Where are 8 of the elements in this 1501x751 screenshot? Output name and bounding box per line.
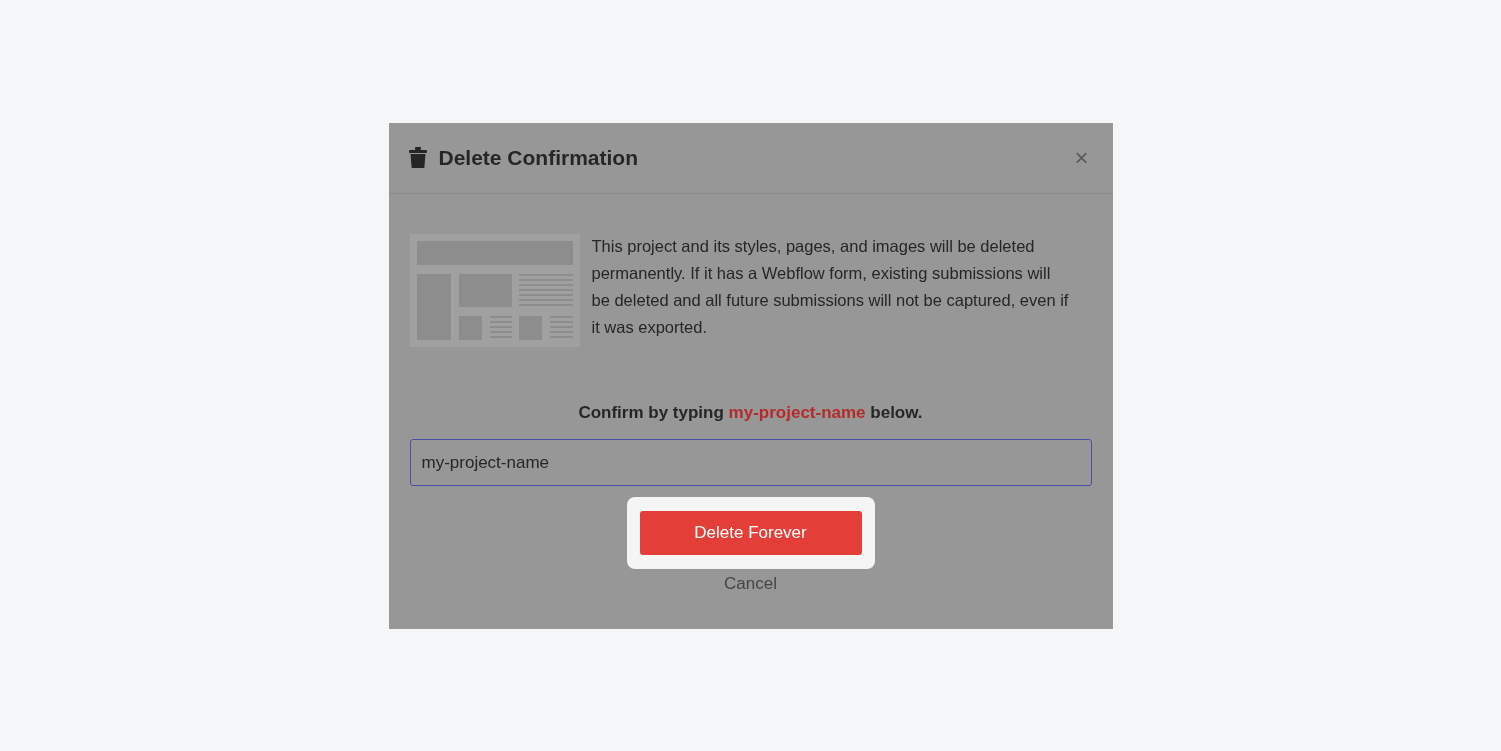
close-button[interactable]: × [1070, 144, 1093, 172]
cancel-button[interactable]: Cancel [718, 573, 783, 595]
warning-message: This project and its styles, pages, and images will be deleted permanently. If it has a Webflow form, existing submissions will be deleted and all future submissions will not be captured, even if it was exported. [591, 236, 1070, 338]
project-name-field[interactable]: my-project-name [409, 439, 1092, 486]
delete-forever-button[interactable]: Delete Forever [639, 511, 862, 555]
dialog-title: Delete Confirmation [438, 146, 640, 170]
confirm-instruction: Confirm by typing my-project-name below. [577, 403, 924, 423]
trash-icon [408, 147, 427, 169]
